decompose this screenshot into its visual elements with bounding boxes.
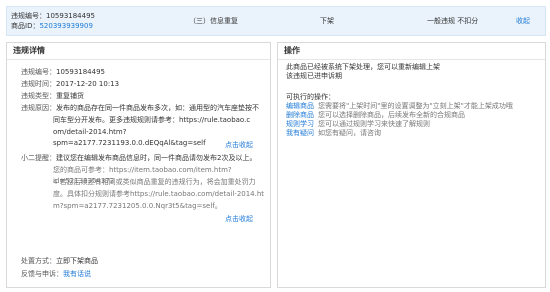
violation-detail-panel: 违规详情 违规编号：10593184495 违规时间：2017-12-20 10… xyxy=(6,42,271,288)
delete-item-link[interactable]: 删除商品 xyxy=(286,111,314,119)
appeal-label: 反馈与申诉： xyxy=(21,270,63,278)
detail-value: 2017-12-20 10:13 xyxy=(56,80,120,88)
detail-label: 违规编号： xyxy=(21,68,56,76)
item-id-label: 商品ID： xyxy=(11,22,40,30)
item-id-link[interactable]: 520393939909 xyxy=(39,22,92,30)
op-question: 我有疑问 如您有疑问，请咨询 xyxy=(286,129,541,138)
op-description: 您可以通过规则学习来快速了解规则 xyxy=(318,120,430,128)
op-delete-item: 删除商品 您可以选择删除商品，后续发布全新的合规商品 xyxy=(286,111,541,120)
available-ops: 可执行的操作： 编辑商品 您需要将"上架时间"里的设置调整为"立刻上架"才能上架成… xyxy=(286,93,541,138)
handle-method: 处置方式：立即下架商品 xyxy=(21,256,266,267)
detail-row: 违规类型：重复铺货 xyxy=(21,91,266,102)
tip-line: 度。具体扣分规则请参考https://rule.taobao.com/detai… xyxy=(53,190,265,198)
operations-title: 操作 xyxy=(278,43,545,60)
violation-ids: 违规编号：10593184495 商品ID：520393939909 xyxy=(11,11,95,31)
reason-label: 违规原因： xyxy=(21,104,56,112)
detail-title: 违规详情 xyxy=(7,43,270,60)
op-description: 您需要将"上架时间"里的设置调整为"立刻上架"才能上架成功哦 xyxy=(318,102,513,110)
handle-label: 处置方式： xyxy=(21,257,56,265)
op-description: 您可以选择删除商品，后续发布全新的合规商品 xyxy=(318,111,465,119)
collapse-link[interactable]: 收起 xyxy=(516,16,530,26)
appeal-link[interactable]: 我有话说 xyxy=(63,270,91,278)
detail-label: 违规时间： xyxy=(21,80,56,88)
violation-summary-bar: 违规编号：10593184495 商品ID：520393939909 （三）信息… xyxy=(6,6,546,36)
edit-item-link[interactable]: 编辑商品 xyxy=(286,102,314,110)
violation-reason: 违规原因：发布的商品存在同一件商品发布多次，如：通用型的汽车座垫按不 xyxy=(21,103,266,114)
xiaoer-tip: 小二提醒：建议您在编辑发布商品信息时，同一件商品请勿发布2次及以上。 xyxy=(21,153,266,164)
detail-value: 10593184495 xyxy=(56,68,105,76)
appeal: 反馈与申诉：我有话说 xyxy=(21,269,266,280)
detail-row: 违规编号：10593184495 xyxy=(21,67,266,78)
notice-line: 此商品已经被系统下架处理，您可以重新编辑上架 xyxy=(286,63,440,71)
detail-value: 重复铺货 xyxy=(56,92,84,100)
reason-line: 同车型分开发布。更多违规规则请参考：https://rule.taobao.c xyxy=(53,116,251,124)
violation-no: 10593184495 xyxy=(46,12,95,20)
violation-no-label: 违规编号： xyxy=(11,12,46,20)
violation-severity: 一般违规 不扣分 xyxy=(427,17,479,25)
tip-line: m?spm=a2177.7231205.0.0.Nqr3t5&tag=self。 xyxy=(53,202,222,210)
tip-line: 4 若您后续还有相同或类似商品重复的违规行为，将会加重处罚力 xyxy=(53,178,256,186)
violation-type: （三）信息重复 xyxy=(189,17,238,25)
notice-line: 该违规已进申诉期 xyxy=(286,72,342,80)
operations-panel: 操作 此商品已经被系统下架处理，您可以重新编辑上架 该违规已进申诉期 可执行的操… xyxy=(277,42,546,288)
op-rule-study: 规则学习 您可以通过规则学习来快速了解规则 xyxy=(286,120,541,129)
tip-line: 建议您在编辑发布商品信息时，同一件商品请勿发布2次及以上。 xyxy=(56,154,257,162)
reason-collapse-link[interactable]: 点击收起 xyxy=(225,140,253,150)
op-edit-item: 编辑商品 您需要将"上架时间"里的设置调整为"立刻上架"才能上架成功哦 xyxy=(286,102,541,111)
question-link[interactable]: 我有疑问 xyxy=(286,129,314,137)
tip-label: 小二提醒： xyxy=(21,154,56,162)
reason-line: 发布的商品存在同一件商品发布多次，如：通用型的汽车座垫按不 xyxy=(56,104,259,112)
handle-value: 立即下架商品 xyxy=(56,257,98,265)
op-description: 如您有疑问，请咨询 xyxy=(318,129,381,137)
rule-study-link[interactable]: 规则学习 xyxy=(286,120,314,128)
available-label: 可执行的操作： xyxy=(286,93,335,101)
ops-notice: 此商品已经被系统下架处理，您可以重新编辑上架 该违规已进申诉期 xyxy=(286,63,541,81)
detail-label: 违规类型： xyxy=(21,92,56,100)
detail-row: 违规时间：2017-12-20 10:13 xyxy=(21,79,266,90)
violation-action: 下架 xyxy=(320,17,334,25)
tip-collapse-link[interactable]: 点击收起 xyxy=(225,214,253,224)
